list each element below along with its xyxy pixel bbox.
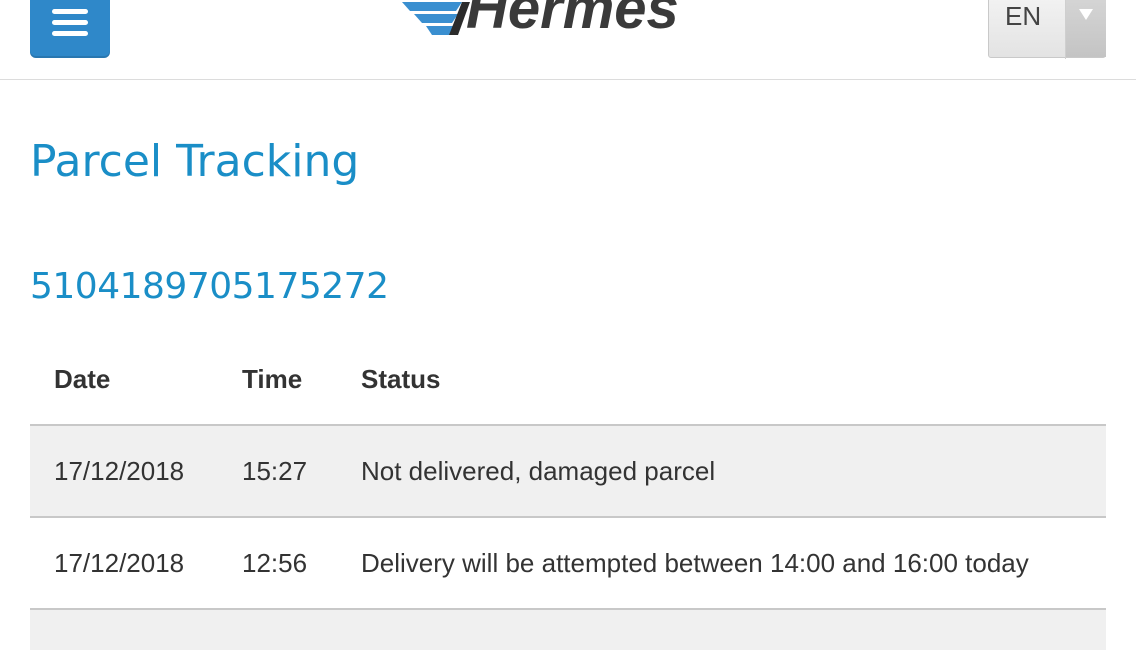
page-title: Parcel Tracking — [30, 136, 360, 187]
tracking-number: 5104189705175272 — [30, 266, 389, 307]
language-select-arrow[interactable] — [1066, 0, 1106, 57]
language-select-value: EN — [1005, 1, 1042, 31]
cell-time: 12:56 — [242, 548, 308, 578]
cell-date: 17/12/2018 — [54, 456, 185, 486]
column-header-date: Date — [54, 364, 111, 394]
chevron-down-icon — [1079, 9, 1093, 20]
cell-time: 15:27 — [242, 456, 308, 486]
cell-status: Not delivered, damaged parcel — [361, 456, 716, 486]
column-header-time: Time — [242, 364, 303, 394]
cell-status: Delivery will be attempted between 14:00… — [361, 548, 1029, 578]
menu-button[interactable] — [30, 0, 110, 58]
tracking-table: Date Time Status 17/12/2018 15:27 Not de… — [30, 334, 1106, 650]
table-header: Date Time Status — [30, 334, 1106, 426]
cell-date: 17/12/2018 — [54, 548, 185, 578]
hermes-logo[interactable]: Hermes — [400, 0, 710, 40]
column-header-status: Status — [361, 364, 441, 394]
site-header: Hermes EN — [0, 0, 1136, 80]
table-row: 17/12/2018 12:56 Delivery will be attemp… — [30, 518, 1106, 610]
table-row: 17/12/2018 15:27 Not delivered, damaged … — [30, 426, 1106, 518]
table-row-partial — [30, 610, 1106, 650]
logo-text: Hermes — [466, 0, 679, 41]
language-select[interactable]: EN — [988, 0, 1106, 59]
